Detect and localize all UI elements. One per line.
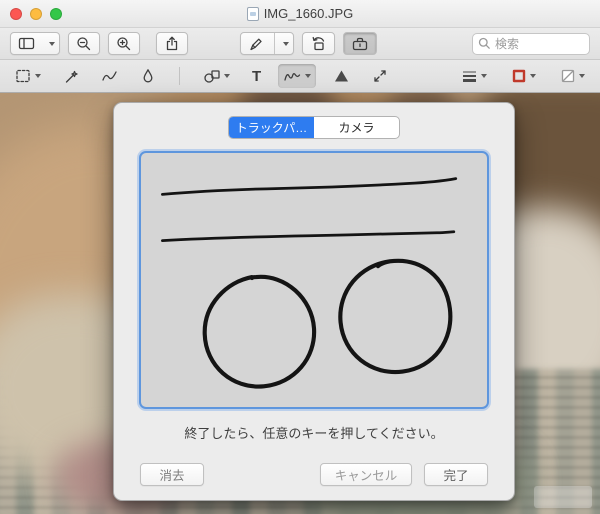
rotate-button[interactable] bbox=[302, 32, 335, 55]
tab-trackpad[interactable]: トラックパ… bbox=[229, 117, 314, 138]
zoom-in-icon bbox=[117, 36, 131, 50]
signature-stroke-line-1 bbox=[161, 177, 458, 196]
chevron-down-icon bbox=[224, 74, 230, 78]
adjust-size-icon bbox=[374, 70, 386, 82]
fill-color-button[interactable] bbox=[555, 64, 590, 88]
clear-button-label: 消去 bbox=[159, 469, 185, 483]
clear-button[interactable]: 消去 bbox=[140, 463, 204, 486]
brush-icon bbox=[143, 69, 153, 83]
cancel-button-label: キャンセル bbox=[334, 469, 398, 483]
pen-icon bbox=[242, 33, 270, 54]
markup-pen-button[interactable] bbox=[240, 32, 294, 55]
chevron-down-icon bbox=[305, 74, 312, 78]
sidebar-icon bbox=[12, 33, 41, 54]
zoom-out-button[interactable] bbox=[68, 32, 100, 55]
signature-drawing-area[interactable] bbox=[139, 151, 489, 409]
minimize-button[interactable] bbox=[30, 7, 42, 20]
fill-color-icon bbox=[561, 69, 575, 83]
signature-strokes bbox=[161, 177, 458, 389]
sign-tool-button[interactable] bbox=[278, 64, 317, 88]
instant-alpha-button[interactable] bbox=[58, 64, 84, 88]
signature-icon bbox=[284, 73, 301, 81]
toolbox-icon bbox=[352, 37, 368, 50]
search-field bbox=[472, 32, 590, 55]
signature-source-segmented-control: トラックパ… カメラ bbox=[228, 116, 400, 139]
chevron-down-icon bbox=[481, 74, 487, 78]
chevron-down-icon bbox=[530, 74, 536, 78]
signature-popover: トラックパ… カメラ 終了したら、任意のキーを押してください。 消去 キャンセル… bbox=[113, 102, 515, 501]
window-title: IMG_1660.JPG bbox=[263, 6, 354, 21]
sketch-tool-button[interactable] bbox=[96, 64, 123, 88]
chevron-down-icon bbox=[282, 41, 289, 46]
toolbar-separator bbox=[179, 67, 180, 85]
chevron-down-icon bbox=[35, 74, 41, 78]
adjust-color-icon bbox=[335, 70, 349, 82]
line-style-button[interactable] bbox=[456, 64, 492, 88]
done-button[interactable]: 完了 bbox=[424, 463, 488, 486]
zoom-window-button[interactable] bbox=[50, 7, 62, 20]
rotate-icon bbox=[312, 36, 325, 50]
sidebar-view-button[interactable] bbox=[10, 32, 60, 55]
traffic-lights bbox=[10, 7, 62, 20]
text-tool-icon: T bbox=[252, 67, 262, 85]
main-toolbar bbox=[0, 28, 600, 60]
signature-stroke-circle-right bbox=[338, 258, 453, 375]
close-button[interactable] bbox=[10, 7, 22, 20]
title-bar: IMG_1660.JPG bbox=[0, 0, 600, 28]
zoom-out-icon bbox=[77, 36, 91, 50]
text-tool-button[interactable]: T bbox=[247, 64, 266, 88]
border-color-icon bbox=[512, 69, 526, 83]
selection-tool-button[interactable] bbox=[10, 64, 46, 88]
shapes-icon bbox=[204, 70, 220, 83]
tab-camera-label: カメラ bbox=[338, 121, 375, 135]
draw-tool-button[interactable] bbox=[135, 64, 161, 88]
share-icon bbox=[166, 36, 178, 51]
sketch-icon bbox=[102, 71, 117, 81]
watermark bbox=[534, 486, 592, 508]
signature-stroke-circle-left bbox=[202, 274, 317, 389]
magic-wand-icon bbox=[65, 70, 78, 83]
chevron-down-icon bbox=[48, 41, 55, 46]
zoom-in-button[interactable] bbox=[108, 32, 140, 55]
line-style-icon bbox=[463, 71, 476, 82]
border-color-button[interactable] bbox=[506, 64, 541, 88]
cancel-button[interactable]: キャンセル bbox=[320, 463, 412, 486]
chevron-down-icon bbox=[579, 74, 585, 78]
done-button-label: 完了 bbox=[443, 469, 469, 483]
adjust-size-button[interactable] bbox=[367, 64, 393, 88]
markup-toolbar-toggle-button[interactable] bbox=[343, 32, 377, 55]
tab-camera[interactable]: カメラ bbox=[314, 117, 399, 138]
adjust-color-button[interactable] bbox=[328, 64, 355, 88]
selection-icon bbox=[16, 69, 30, 83]
search-icon bbox=[478, 37, 491, 50]
markup-toolbar: T bbox=[0, 60, 600, 93]
share-button[interactable] bbox=[156, 32, 188, 55]
popover-button-row: 消去 キャンセル 完了 bbox=[140, 463, 488, 486]
signature-stroke-line-2 bbox=[161, 230, 456, 242]
tab-trackpad-label: トラックパ… bbox=[235, 121, 308, 135]
document-icon bbox=[246, 6, 259, 21]
shapes-tool-button[interactable] bbox=[198, 64, 235, 88]
signature-instruction: 終了したら、任意のキーを押してください。 bbox=[184, 426, 444, 441]
